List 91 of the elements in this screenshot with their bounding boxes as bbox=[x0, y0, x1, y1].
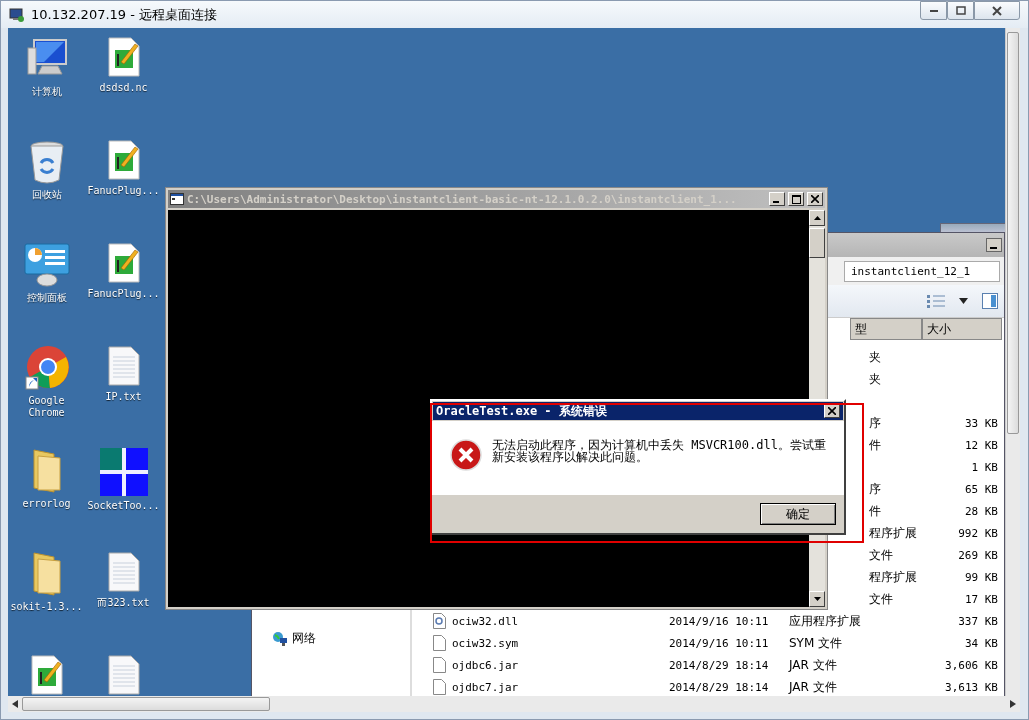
tiles-icon[interactable] bbox=[99, 448, 148, 496]
close-icon bbox=[828, 407, 836, 415]
text-document-icon[interactable] bbox=[106, 654, 141, 696]
scroll-down-icon[interactable] bbox=[813, 597, 821, 601]
file-type: 件 bbox=[869, 503, 881, 518]
file-icon bbox=[433, 635, 446, 651]
file-size: 3,606 KB bbox=[945, 658, 998, 672]
file-type: 文件 bbox=[869, 591, 893, 606]
file-name[interactable]: ociw32.sym bbox=[452, 636, 519, 650]
address-bar[interactable]: instantclient_12_1 bbox=[844, 260, 1000, 282]
minimize-icon bbox=[929, 9, 938, 12]
vertical-scrollbar[interactable] bbox=[1005, 28, 1020, 696]
modified-date: 2014/9/16 10:11 bbox=[669, 614, 769, 628]
file-size: 65 KB bbox=[964, 482, 998, 496]
browser-shortcut-icon[interactable] bbox=[23, 345, 70, 391]
desktop-icon-label: 回收站 bbox=[30, 189, 63, 201]
ok-button[interactable]: 确定 bbox=[760, 503, 836, 525]
modified-date: 2014/9/16 10:11 bbox=[669, 636, 769, 650]
file-size: 337 KB bbox=[958, 614, 998, 628]
chart-document-icon[interactable] bbox=[106, 36, 141, 78]
file-type: 夹 bbox=[869, 371, 881, 386]
file-type: SYM 文件 bbox=[789, 635, 843, 650]
file-size: 12 KB bbox=[964, 438, 998, 452]
file-type: 件 bbox=[869, 437, 881, 452]
horizontal-scrollbar[interactable] bbox=[8, 696, 1020, 712]
file-size: 34 KB bbox=[964, 636, 998, 650]
view-list-icon[interactable] bbox=[927, 294, 945, 308]
maximize-icon bbox=[791, 194, 801, 204]
text-document-icon[interactable] bbox=[106, 551, 141, 593]
scroll-right-icon[interactable] bbox=[1010, 700, 1016, 708]
error-icon bbox=[450, 439, 482, 471]
scrollbar-thumb[interactable] bbox=[809, 228, 825, 258]
file-name[interactable]: ociw32.dll bbox=[452, 614, 519, 628]
close-icon bbox=[992, 5, 1002, 16]
desktop-icon-label: 控制面板 bbox=[25, 292, 68, 304]
error-message: 无法启动此程序，因为计算机中丢失 MSVCR100.dll。尝试重新安装该程序以解决此问题。 bbox=[492, 439, 827, 463]
desktop-icon-label: FanucPlug... bbox=[86, 185, 161, 197]
file-type: 序 bbox=[869, 481, 881, 496]
chart-document-icon[interactable] bbox=[29, 654, 64, 696]
dropdown-caret-icon[interactable] bbox=[959, 298, 968, 304]
file-type: 文件 bbox=[869, 547, 893, 562]
file-size: 99 KB bbox=[964, 570, 998, 584]
window-title: 10.132.207.19 - 远程桌面连接 bbox=[31, 5, 218, 24]
file-type: 夹 bbox=[869, 349, 881, 364]
close-button[interactable] bbox=[974, 1, 1020, 20]
file-type: 程序扩展 bbox=[869, 569, 917, 584]
scroll-left-icon[interactable] bbox=[12, 700, 18, 708]
text-document-icon[interactable] bbox=[106, 345, 141, 387]
desktop-icon-label: sokit-1.3... bbox=[9, 601, 84, 613]
control-panel-icon[interactable] bbox=[22, 242, 71, 288]
chart-document-icon[interactable] bbox=[106, 242, 141, 284]
file-size: 17 KB bbox=[964, 592, 998, 606]
file-size: 1 KB bbox=[971, 460, 998, 474]
file-size: 992 KB bbox=[958, 526, 998, 540]
column-header[interactable]: 型 bbox=[850, 318, 922, 340]
desktop-icon-label: FanucPlug... bbox=[86, 288, 161, 300]
minimize-button[interactable] bbox=[920, 1, 947, 20]
desktop-icon-label: 而323.txt bbox=[96, 597, 151, 609]
file-size: 33 KB bbox=[964, 416, 998, 430]
scroll-up-icon[interactable] bbox=[813, 216, 821, 220]
file-size: 28 KB bbox=[964, 504, 998, 518]
file-type: JAR 文件 bbox=[789, 679, 837, 694]
file-type: 应用程序扩展 bbox=[789, 613, 861, 628]
minimize-button[interactable] bbox=[986, 238, 1002, 252]
console-icon bbox=[170, 193, 184, 205]
file-type: 序 bbox=[869, 415, 881, 430]
preview-pane-icon[interactable] bbox=[982, 293, 998, 309]
nav-item[interactable]: 网络 bbox=[272, 630, 410, 647]
maximize-icon bbox=[955, 5, 966, 16]
file-name[interactable]: ojdbc7.jar bbox=[452, 680, 519, 694]
desktop-icon-label: dsdsd.nc bbox=[98, 82, 149, 94]
file-type: JAR 文件 bbox=[789, 657, 837, 672]
desktop-icon-label: 计算机 bbox=[30, 86, 63, 98]
close-icon bbox=[811, 195, 819, 203]
gear-file-icon bbox=[433, 613, 446, 629]
file-size: 3,613 KB bbox=[945, 680, 998, 694]
modified-date: 2014/8/29 18:14 bbox=[669, 658, 769, 672]
file-size: 269 KB bbox=[958, 548, 998, 562]
desktop-icon-label: IP.txt bbox=[104, 391, 143, 403]
desktop-icon-label: SocketToo... bbox=[86, 500, 161, 512]
modified-date: 2014/8/29 18:14 bbox=[669, 680, 769, 694]
file-type: 程序扩展 bbox=[869, 525, 917, 540]
desktop-icon-label: Google Chrome bbox=[27, 395, 66, 419]
chart-document-icon[interactable] bbox=[106, 139, 141, 181]
network-icon bbox=[272, 630, 288, 647]
file-name[interactable]: ojdbc6.jar bbox=[452, 658, 519, 672]
monitor-icon bbox=[9, 6, 25, 23]
file-icon bbox=[433, 657, 446, 673]
desktop-icon-label: errorlog bbox=[21, 498, 72, 510]
dialog-title: OracleTest.exe - 系统错误 bbox=[436, 402, 607, 420]
column-header[interactable]: 大小 bbox=[922, 318, 1002, 340]
